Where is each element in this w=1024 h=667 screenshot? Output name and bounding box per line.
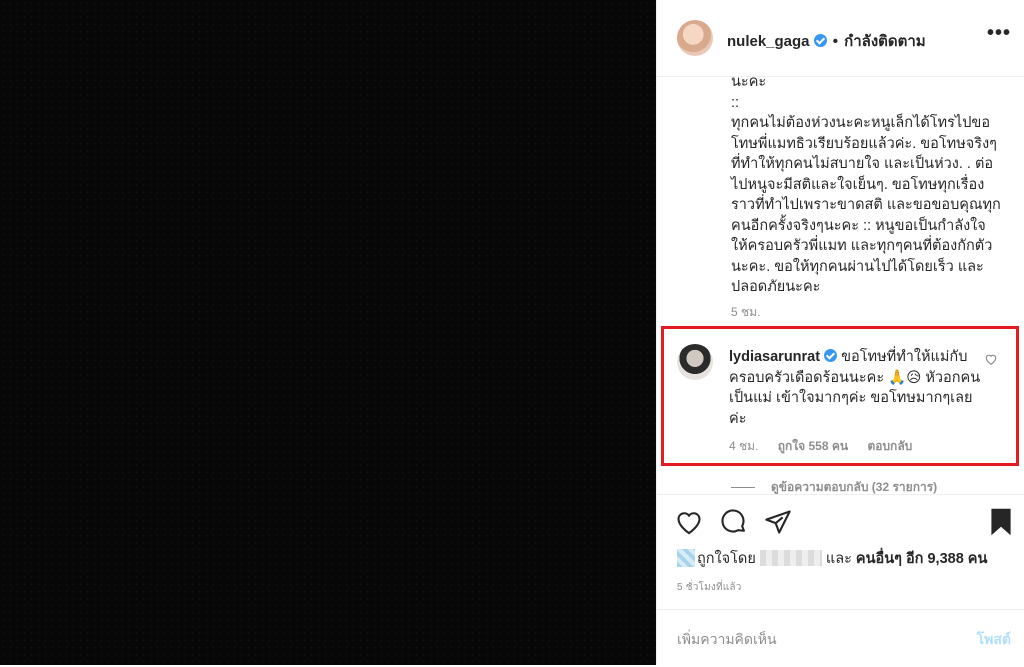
- comment-like-heart-icon[interactable]: [984, 352, 998, 366]
- liked-by-label: ถูกใจโดย: [697, 551, 756, 567]
- replies-line: [731, 487, 755, 489]
- media-texture: [0, 0, 656, 665]
- liker-name-blurred[interactable]: [759, 550, 822, 566]
- follow-status-button[interactable]: กำลังติดตาม: [844, 33, 926, 50]
- verified-badge-icon: [813, 34, 827, 47]
- author-username[interactable]: nulek_gaga: [727, 33, 810, 50]
- post-actions-section: ถูกใจโดย และ คนอื่นๆ อีก 9,388 คน 5 ชั่วโ…: [657, 494, 1024, 666]
- author-avatar[interactable]: [677, 20, 713, 56]
- liker-avatar[interactable]: [677, 549, 695, 567]
- commenter-username[interactable]: lydiasarunrat: [729, 349, 820, 365]
- verified-badge-icon: [824, 349, 838, 362]
- likes-and-label: และ: [825, 551, 852, 567]
- comment-meta: 4 ชม. ถูกใจ 558 คน ตอบกลับ: [729, 437, 928, 456]
- post-comment-button[interactable]: โพสต์: [977, 629, 1011, 651]
- share-paper-plane-icon[interactable]: [764, 508, 792, 536]
- commenter-avatar[interactable]: [677, 344, 713, 380]
- reply-button[interactable]: ตอบกลับ: [867, 439, 912, 453]
- likes-others-link[interactable]: คนอื่นๆ อีก 9,388 คน: [856, 551, 988, 567]
- caption-time[interactable]: 5 ชม.: [731, 303, 760, 322]
- comment-input[interactable]: เพิ่มความคิดเห็น: [677, 629, 777, 651]
- saved-bookmark-icon[interactable]: [989, 507, 1013, 537]
- more-options-icon[interactable]: •••: [987, 22, 1011, 45]
- post-media[interactable]: [0, 0, 656, 665]
- comment-body: lydiasarunrat ขอโทษที่ทำให้แม่กับครอบครั…: [729, 347, 989, 429]
- likes-summary: ถูกใจโดย และ คนอื่นๆ อีก 9,388 คน: [677, 547, 987, 570]
- author-line: nulek_gaga • กำลังติดตาม: [727, 29, 926, 53]
- comment-likes[interactable]: ถูกใจ 558 คน: [778, 439, 848, 453]
- add-comment-bar: เพิ่มความคิดเห็น โพสต์: [657, 609, 1024, 667]
- post-header: nulek_gaga • กำลังติดตาม •••: [657, 0, 1024, 77]
- post-timestamp[interactable]: 5 ชั่วโมงที่แล้ว: [677, 580, 742, 595]
- comment-time[interactable]: 4 ชม.: [729, 439, 758, 453]
- like-heart-icon[interactable]: [675, 509, 703, 535]
- post-caption: นะคะ :: ทุกคนไม่ต้องห่วงนะคะหนูเล็กได้โท…: [731, 74, 1001, 295]
- comment-bubble-icon[interactable]: [720, 508, 748, 536]
- separator-dot: •: [832, 33, 838, 50]
- view-replies-label[interactable]: ดูข้อความตอบกลับ (32 รายการ): [771, 480, 937, 494]
- post-sidebar: nulek_gaga • กำลังติดตาม ••• นะคะ :: ทุก…: [656, 0, 1024, 666]
